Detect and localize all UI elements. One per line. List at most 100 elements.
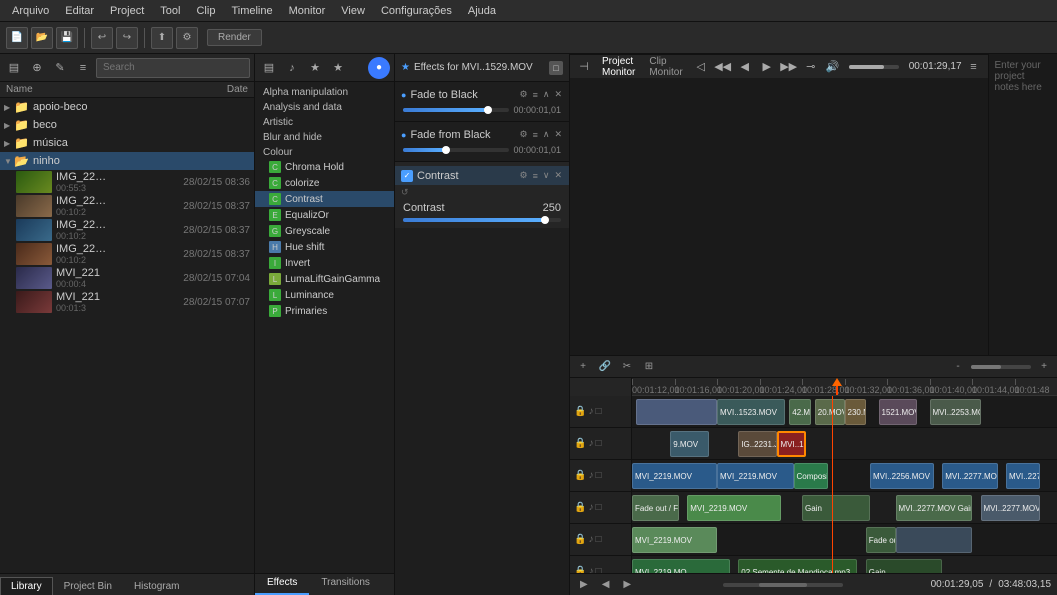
visible-icon[interactable]: □ — [595, 502, 601, 513]
category-colour[interactable]: Colour — [255, 144, 394, 159]
visible-icon[interactable]: □ — [595, 406, 601, 417]
effect-expand-btn[interactable]: ∧ — [542, 88, 551, 101]
lock-icon[interactable]: 🔒 — [574, 566, 586, 573]
category-alpha[interactable]: Alpha manipulation — [255, 84, 394, 99]
slider-handle[interactable] — [442, 146, 450, 154]
lock-icon[interactable]: 🔒 — [574, 470, 586, 481]
visible-icon[interactable]: □ — [595, 534, 601, 545]
contrast-slider[interactable] — [403, 218, 561, 222]
track-row-0[interactable]: MVI..1523.MOV 42.MOV 20.MOV 230.MOV 1521… — [632, 396, 1057, 428]
tl-add-track[interactable]: + — [574, 358, 592, 376]
folder-ninho[interactable]: ▼ 📂 ninho — [0, 152, 254, 170]
clip[interactable]: MVI..2256.MOV — [870, 463, 934, 489]
fade-to-black-header[interactable]: ● Fade to Black ⚙ ≡ ∧ ✕ — [395, 86, 569, 103]
lock-icon[interactable]: 🔒 — [574, 534, 586, 545]
menu-clip[interactable]: Clip — [188, 3, 223, 19]
pc-menu[interactable]: ≡ — [964, 57, 984, 77]
tl-razor[interactable]: ✂ — [618, 358, 636, 376]
clip[interactable]: 02 Semente de Mandioca.mp3 — [738, 559, 857, 573]
visible-icon[interactable]: □ — [595, 566, 601, 573]
file-img3[interactable]: IMG_22… 00:10:2 28/02/15 08:37 — [12, 218, 254, 242]
category-artistic[interactable]: Artistic — [255, 114, 394, 129]
tab-effects[interactable]: Effects — [255, 574, 309, 595]
clip[interactable]: 9.MOV — [670, 431, 708, 457]
track-row-2[interactable]: MVI_2219.MOV MVI_2219.MOV Composite MVI.… — [632, 460, 1057, 492]
effect-menu-btn[interactable]: ≡ — [532, 89, 539, 101]
tab-project-monitor[interactable]: Project Monitor — [596, 54, 641, 80]
effect-lumalift[interactable]: L LumaLiftGainGamma — [255, 271, 394, 287]
effect-invert[interactable]: I Invert — [255, 255, 394, 271]
effect-close-btn[interactable]: ✕ — [553, 128, 563, 141]
menu-monitor[interactable]: Monitor — [281, 3, 334, 19]
clip[interactable]: Fade out — [866, 527, 896, 553]
clip[interactable]: MVI_2219.MOV — [687, 495, 781, 521]
effect-slider[interactable] — [403, 148, 509, 152]
add-button[interactable]: ⊕ — [27, 58, 47, 78]
tl-group[interactable]: ⊞ — [640, 358, 658, 376]
tl-zoom-in[interactable]: + — [1035, 358, 1053, 376]
clip[interactable]: MVI..2253.MOV — [930, 399, 981, 425]
clip[interactable]: Gain — [866, 559, 943, 573]
effect-hue-shift[interactable]: H Hue shift — [255, 239, 394, 255]
tl-zoom-slider[interactable] — [971, 365, 1031, 369]
file-mvi1[interactable]: MVI_221 00:00:4 28/02/15 07:04 — [12, 266, 254, 290]
menu-view[interactable]: View — [333, 3, 373, 19]
effects-panel-close[interactable]: □ — [549, 61, 563, 75]
menu-timeline[interactable]: Timeline — [223, 3, 280, 19]
contrast-expand-btn[interactable]: ∨ — [542, 169, 551, 182]
pc-volume[interactable]: 🔊 — [823, 57, 843, 77]
effect-colorize[interactable]: C colorize — [255, 175, 394, 191]
audio-icon[interactable]: ♪ — [588, 566, 593, 573]
pc-back[interactable]: ◀ — [735, 57, 755, 77]
effect-chroma-hold[interactable]: C Chroma Hold — [255, 159, 394, 175]
effects-bookmark-btn[interactable]: ★ — [328, 58, 348, 78]
clip[interactable]: MVI_2219.MOV — [632, 463, 717, 489]
menu-arquivo[interactable]: Arquivo — [4, 3, 57, 19]
pc-zoom-out[interactable]: ◁ — [691, 57, 711, 77]
effect-contrast[interactable]: C Contrast — [255, 191, 394, 207]
status-back-btn[interactable]: ◀ — [598, 578, 614, 591]
tl-snap[interactable]: 🔗 — [596, 358, 614, 376]
effects-filter-btn[interactable]: ★ — [305, 58, 325, 78]
track-row-1[interactable]: 9.MOV IG..2231.JPG MVI..1529.MOV — [632, 428, 1057, 460]
tab-clip-monitor[interactable]: Clip Monitor — [643, 54, 688, 80]
track-row-3[interactable]: Fade out / Fade in MVI_2219.MOV Gain MVI… — [632, 492, 1057, 524]
undo-button[interactable]: ↩ — [91, 27, 113, 49]
audio-icon[interactable]: ♪ — [588, 406, 593, 417]
clip[interactable]: MVI..2277.MOV — [981, 495, 1041, 521]
contrast-reset-btn[interactable]: ↺ — [401, 187, 409, 198]
clip[interactable]: MVI..2277.MOV Gain — [896, 495, 973, 521]
effect-equalizor[interactable]: E EqualizOr — [255, 207, 394, 223]
menu-configuracoes[interactable]: Configurações — [373, 3, 460, 19]
effect-close-btn[interactable]: ✕ — [553, 88, 563, 101]
file-mvi2[interactable]: MVI_221 00:01:3 28/02/15 07:07 — [12, 290, 254, 314]
clip[interactable]: MVI..2277.MOV — [942, 463, 997, 489]
clip[interactable]: Composite — [794, 463, 828, 489]
clip[interactable]: MVI_2219.MO… — [632, 559, 730, 573]
pc-back-frame[interactable]: ◀◀ — [713, 57, 733, 77]
clip[interactable]: Fade out / Fade in — [632, 495, 679, 521]
list-view-button[interactable]: ≡ — [73, 58, 93, 78]
timeline-scroll-bar[interactable] — [723, 583, 843, 587]
contrast-header[interactable]: ✓ Contrast ⚙ ≡ ∨ ✕ — [395, 166, 569, 185]
render-button[interactable]: Render — [207, 29, 262, 46]
clip[interactable]: IG..2231.JPG — [738, 431, 776, 457]
playhead-arrow[interactable] — [832, 378, 842, 396]
clip[interactable]: MVI_2219.MOV — [717, 463, 794, 489]
view-icon-button[interactable]: ▤ — [4, 58, 24, 78]
folder-apoio-beco[interactable]: ▶ 📁 apoio-beco — [0, 98, 254, 116]
visible-icon[interactable]: □ — [595, 438, 601, 449]
tab-project-bin[interactable]: Project Bin — [53, 577, 123, 595]
clip-selected[interactable]: MVI..1529.MOV — [777, 431, 807, 457]
effects-audio-btn[interactable]: ♪ — [282, 58, 302, 78]
lock-icon[interactable]: 🔒 — [574, 438, 586, 449]
track-row-4[interactable]: MVI_2219.MOV Fade out — [632, 524, 1057, 556]
track-row-5[interactable]: MVI_2219.MO… 02 Semente de Mandioca.mp3 … — [632, 556, 1057, 573]
clip[interactable]: MVI..2277.MOV — [1006, 463, 1040, 489]
tab-histogram[interactable]: Histogram — [123, 577, 191, 595]
visible-icon[interactable]: □ — [595, 470, 601, 481]
file-img1[interactable]: IMG_22… 00:55:3 28/02/15 08:36 — [12, 170, 254, 194]
clip[interactable]: MVI..1523.MOV — [717, 399, 785, 425]
slider-handle[interactable] — [484, 106, 492, 114]
effect-settings-btn[interactable]: ⚙ — [519, 128, 529, 141]
